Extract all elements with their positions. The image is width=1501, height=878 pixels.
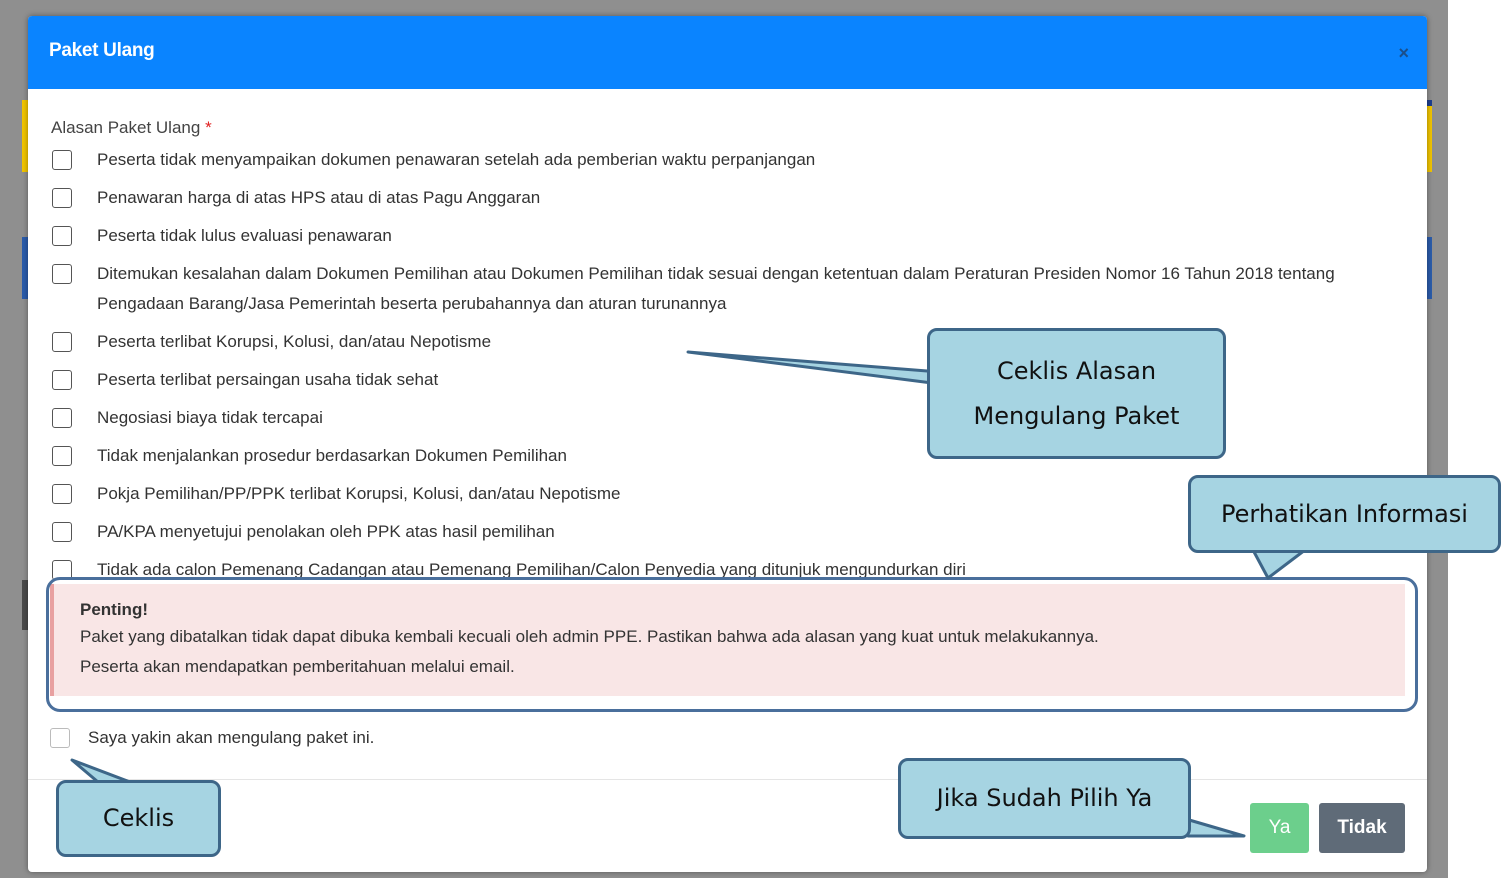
reason-label: Tidak menjalankan prosedur berdasarkan D… — [97, 446, 567, 465]
reason-item: Peserta tidak lulus evaluasi penawaran — [52, 226, 1372, 251]
confirm-label: Saya yakin akan mengulang paket ini. — [88, 728, 375, 747]
close-icon[interactable]: × — [1398, 43, 1409, 64]
reason-item: Tidak ada calon Pemenang Cadangan atau P… — [52, 560, 1372, 585]
reason-item: Ditemukan kesalahan dalam Dokumen Pemili… — [52, 264, 1372, 319]
reason-field-label: Alasan Paket Ulang * — [51, 118, 212, 138]
reason-label: PA/KPA menyetujui penolakan oleh PPK ata… — [97, 522, 555, 541]
info-callout: Perhatikan Informasi — [1188, 475, 1501, 553]
yes-callout: Jika Sudah Pilih Ya — [898, 758, 1191, 839]
reason-item: Pokja Pemilihan/PP/PPK terlibat Korupsi,… — [52, 484, 1372, 509]
reason-item: PA/KPA menyetujui penolakan oleh PPK ata… — [52, 522, 1372, 547]
alert-title: Penting! — [80, 600, 148, 619]
footer-divider — [28, 779, 1427, 780]
reason-label: Peserta tidak menyampaikan dokumen penaw… — [97, 150, 816, 169]
info-callout-text: Perhatikan Informasi — [1221, 499, 1468, 528]
reason-checkbox[interactable] — [52, 484, 72, 504]
reason-checkbox[interactable] — [52, 226, 72, 246]
reason-label: Negosiasi biaya tidak tercapai — [97, 408, 323, 427]
reason-item: Peserta tidak menyampaikan dokumen penaw… — [52, 150, 1372, 175]
reasons-callout-line1: Ceklis Alasan — [996, 356, 1157, 385]
confirm-row: Saya yakin akan mengulang paket ini. — [50, 728, 374, 748]
confirm-checkbox[interactable] — [50, 728, 70, 748]
alert-line-1: Paket yang dibatalkan tidak dapat dibuka… — [80, 627, 1099, 646]
reason-item: Penawaran harga di atas HPS atau di atas… — [52, 188, 1372, 213]
reason-checkbox[interactable] — [52, 150, 72, 170]
modal-title: Paket Ulang — [49, 40, 155, 61]
reasons-callout-line2: Mengulang Paket — [973, 401, 1180, 430]
reason-checkbox[interactable] — [52, 188, 72, 208]
reason-label: Pokja Pemilihan/PP/PPK terlibat Korupsi,… — [97, 484, 621, 503]
check-callout-text: Ceklis — [102, 804, 175, 832]
yes-button[interactable]: Ya — [1250, 803, 1309, 853]
reason-label-text: Alasan Paket Ulang — [51, 118, 201, 137]
reason-label: Peserta terlibat Korupsi, Kolusi, dan/at… — [97, 332, 492, 351]
reason-label: Ditemukan kesalahan dalam Dokumen Pemili… — [97, 264, 1335, 313]
reason-label: Peserta tidak lulus evaluasi penawaran — [97, 226, 392, 245]
reason-checkbox[interactable] — [52, 446, 72, 466]
check-callout: Ceklis — [56, 780, 221, 857]
reason-checkbox[interactable] — [52, 370, 72, 390]
reasons-callout: Ceklis Alasan Mengulang Paket — [927, 328, 1226, 459]
alert-line-2: Peserta akan mendapatkan pemberitahuan m… — [80, 657, 515, 676]
background-right-margin — [1448, 0, 1501, 878]
required-mark: * — [205, 118, 212, 137]
reason-checkbox[interactable] — [52, 560, 72, 580]
yes-callout-text: Jika Sudah Pilih Ya — [936, 784, 1153, 812]
reason-checkbox[interactable] — [52, 332, 72, 352]
reason-label: Tidak ada calon Pemenang Cadangan atau P… — [97, 560, 966, 579]
reason-checkbox[interactable] — [52, 408, 72, 428]
reason-checkbox[interactable] — [52, 522, 72, 542]
reason-label: Peserta terlibat persaingan usaha tidak … — [97, 370, 439, 389]
important-alert: Penting! Paket yang dibatalkan tidak dap… — [50, 584, 1405, 696]
reason-label: Penawaran harga di atas HPS atau di atas… — [97, 188, 541, 207]
reason-checkbox[interactable] — [52, 264, 72, 284]
no-button[interactable]: Tidak — [1319, 803, 1405, 853]
modal-header: Paket Ulang × — [28, 16, 1427, 89]
